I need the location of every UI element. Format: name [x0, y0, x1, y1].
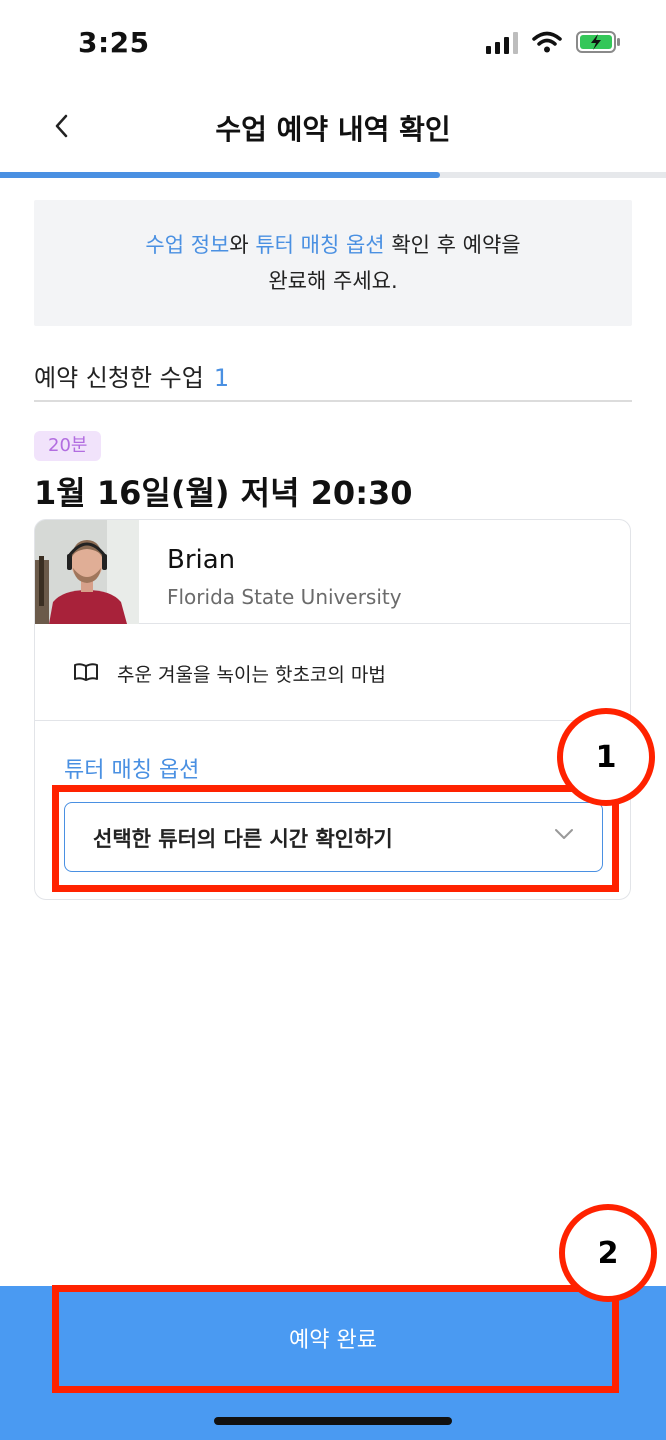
wifi-icon — [532, 31, 562, 53]
tutor-row: Brian Florida State University — [35, 520, 630, 624]
page-title: 수업 예약 내역 확인 — [215, 113, 451, 146]
status-time: 3:25 — [78, 26, 150, 59]
progress-fill — [0, 172, 440, 178]
info-line-2: 완료해 주세요. — [268, 269, 398, 293]
book-icon — [74, 663, 98, 681]
cellular-signal-icon — [486, 30, 518, 54]
duration-badge: 20분 — [34, 431, 102, 461]
lesson-info-link-text: 수업 정보 — [145, 233, 230, 257]
lesson-topic-row: 추운 겨울을 녹이는 핫초코의 마법 — [35, 624, 630, 721]
status-bar: 3:25 — [0, 0, 666, 90]
info-text: 와 — [229, 233, 256, 257]
lesson-topic: 추운 겨울을 녹이는 핫초코의 마법 — [117, 664, 386, 686]
info-text: 확인 후 예약을 — [384, 233, 521, 257]
annotation-marker-1: 1 — [557, 708, 655, 806]
matching-option-link-text: 튜터 매칭 옵션 — [255, 233, 385, 257]
section-title: 예약 신청한 수업 1 — [34, 358, 229, 393]
info-notice: 수업 정보와 튜터 매칭 옵션 확인 후 예약을 완료해 주세요. — [34, 200, 632, 326]
matching-option-label: 튜터 매칭 옵션 — [64, 758, 200, 783]
lesson-datetime: 1월 16일(월) 저녁 20:30 — [34, 474, 413, 512]
battery-charging-icon — [576, 30, 622, 54]
header: 수업 예약 내역 확인 — [0, 90, 666, 170]
tutor-avatar — [35, 520, 139, 624]
tutor-name: Brian — [167, 545, 236, 575]
section-count: 1 — [213, 364, 230, 392]
progress-bar — [0, 172, 666, 178]
annotation-highlight-1 — [52, 785, 619, 892]
section-title-text: 예약 신청한 수업 — [34, 364, 204, 392]
info-line-1: 수업 정보와 튜터 매칭 옵션 확인 후 예약을 — [145, 227, 520, 263]
screen: 3:25 수업 예약 내역 확인 수업 정보와 튜터 매칭 옵션 확인 후 예약… — [0, 0, 666, 1440]
status-icons — [486, 30, 622, 54]
annotation-marker-2: 2 — [559, 1204, 657, 1302]
divider — [34, 400, 632, 402]
home-indicator — [214, 1417, 452, 1425]
annotation-highlight-2 — [52, 1285, 619, 1393]
tutor-university: Florida State University — [167, 585, 402, 609]
